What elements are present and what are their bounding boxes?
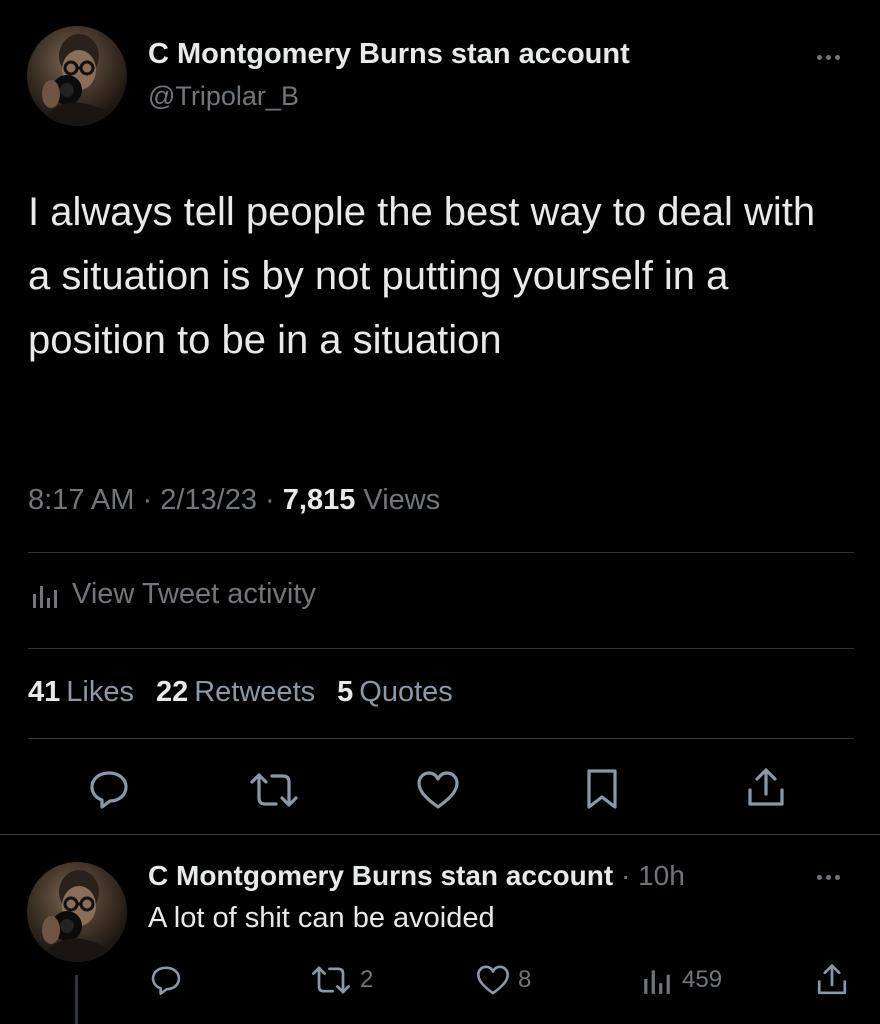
tweet-time[interactable]: 8:17 AM [28, 484, 134, 516]
divider [28, 648, 854, 649]
retweets-stat[interactable]: 22 Retweets [156, 676, 315, 709]
author-name[interactable]: C Montgomery Burns stan account [148, 38, 630, 71]
author-handle[interactable]: @Tripolar_B [148, 81, 299, 112]
reply-like-button[interactable]: 8 [476, 964, 531, 996]
likes-label: Likes [66, 676, 134, 708]
tweet-stats: 41 Likes 22 Retweets 5 Quotes [28, 676, 453, 709]
like-icon [476, 964, 510, 996]
reply-reply-icon[interactable] [150, 964, 182, 996]
retweet-icon [310, 964, 352, 996]
reply-more-options-icon[interactable] [817, 875, 840, 880]
tweet-meta: 8:17 AM · 2/13/23 · 7,815 Views [28, 484, 440, 517]
divider [28, 738, 854, 739]
view-tweet-activity-link[interactable]: View Tweet activity [30, 578, 316, 611]
reply-icon[interactable] [88, 768, 130, 810]
activity-label: View Tweet activity [72, 578, 316, 610]
tweet-text: I always tell people the best way to dea… [28, 190, 816, 362]
reply-share-icon[interactable] [816, 962, 848, 998]
reply-text: A lot of shit can be avoided [148, 902, 495, 934]
avatar-photo [37, 870, 122, 962]
reply-time[interactable]: 10h [638, 860, 685, 891]
meta-separator: · [265, 484, 275, 516]
analytics-icon [30, 580, 60, 610]
avatar-photo [37, 34, 122, 126]
likes-stat[interactable]: 41 Likes [28, 676, 134, 709]
more-options-icon[interactable] [817, 55, 840, 60]
reply-author-avatar[interactable] [27, 862, 127, 962]
bookmark-icon[interactable] [584, 768, 620, 810]
divider [0, 834, 880, 835]
like-icon[interactable] [416, 770, 460, 810]
views-label: Views [363, 484, 441, 516]
share-icon[interactable] [746, 766, 786, 810]
reply-views-button[interactable]: 459 [640, 964, 722, 996]
quotes-stat[interactable]: 5 Quotes [337, 676, 453, 709]
reply-retweet-button[interactable]: 2 [310, 964, 373, 996]
meta-separator: · [142, 484, 153, 516]
retweet-icon[interactable] [248, 770, 300, 810]
reply-author-name[interactable]: C Montgomery Burns stan account [148, 860, 613, 891]
quotes-count: 5 [337, 676, 354, 708]
author-avatar[interactable] [27, 26, 127, 126]
meta-separator: · [620, 860, 631, 891]
divider [28, 552, 854, 553]
views-count: 7,815 [282, 484, 356, 516]
reply-views-count: 459 [682, 966, 723, 993]
reply-like-count: 8 [518, 966, 532, 993]
tweet-date[interactable]: 2/13/23 [160, 484, 257, 516]
thread-line [75, 975, 78, 1024]
reply-retweet-count: 2 [360, 966, 374, 993]
retweets-count: 22 [155, 676, 189, 708]
likes-count: 41 [28, 676, 61, 708]
reply-header: C Montgomery Burns stan account · 10h [148, 860, 685, 892]
retweets-label: Retweets [194, 676, 316, 708]
quotes-label: Quotes [359, 676, 453, 708]
analytics-icon [640, 964, 674, 996]
